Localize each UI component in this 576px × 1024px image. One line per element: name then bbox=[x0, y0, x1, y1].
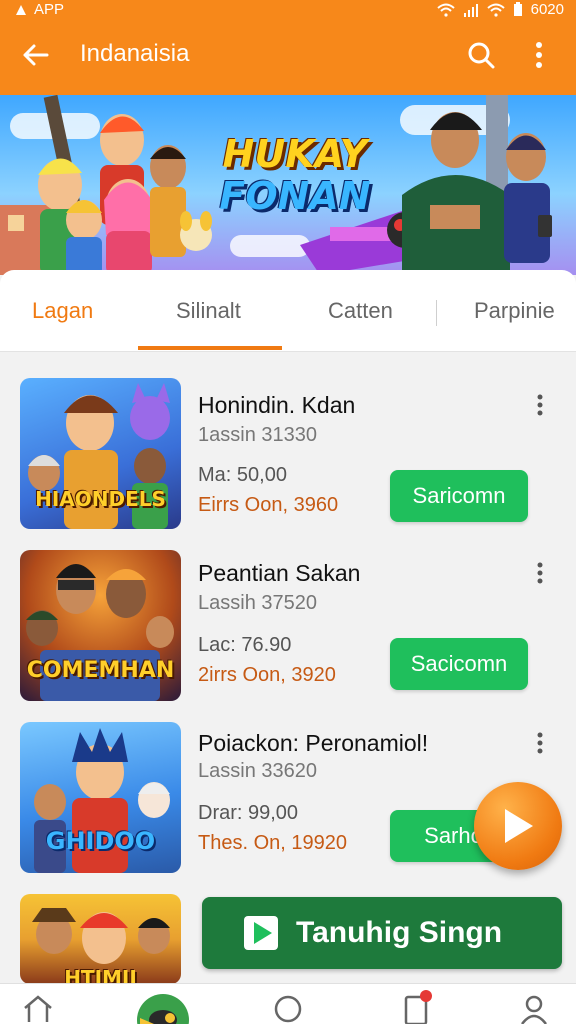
item-title: Ηonindin. Kdan bbox=[198, 392, 356, 418]
item-subtitle: Lassin 33620 bbox=[198, 760, 317, 782]
item-title: Poiackon: Peronamiol! bbox=[198, 730, 429, 756]
category-tabs: Lagan Silinalt Catten Parpinie bbox=[0, 270, 576, 352]
profile-icon bbox=[521, 995, 547, 1024]
item-thumbnail: HIAONDELS bbox=[20, 378, 181, 529]
nav-discover[interactable] bbox=[268, 994, 308, 1024]
item-more-button[interactable] bbox=[528, 390, 552, 420]
item-action-button[interactable]: Sacicomn bbox=[390, 638, 528, 690]
status-app-label: APP bbox=[34, 1, 65, 18]
wifi-icon bbox=[436, 3, 455, 17]
search-button[interactable] bbox=[464, 38, 498, 72]
home-icon bbox=[24, 995, 52, 1022]
thumbnail-title: HIAONDELS bbox=[35, 487, 166, 511]
item-thumbnail: COMEMHAN bbox=[20, 550, 181, 701]
tab-silinalt[interactable]: Silinalt bbox=[176, 298, 241, 324]
start-button[interactable]: Tanuhig Singn bbox=[202, 897, 562, 969]
promo-banner[interactable]: HUKAY FONAN bbox=[0, 95, 576, 275]
nav-profile[interactable] bbox=[514, 994, 554, 1024]
thumbnail-title: COMEMHAN bbox=[26, 658, 175, 683]
app-logo-icon bbox=[16, 4, 26, 15]
notification-badge bbox=[420, 990, 432, 1002]
more-vert-icon bbox=[537, 394, 543, 416]
thumbnail-title: GHIDOO bbox=[45, 827, 156, 855]
item-subtitle: Lassih 37520 bbox=[198, 592, 317, 614]
game-avatar-icon bbox=[137, 994, 189, 1024]
tab-divider bbox=[436, 300, 437, 326]
play-fab-button[interactable] bbox=[474, 782, 562, 870]
banner-title: HUKAY FONAN bbox=[200, 135, 390, 215]
item-subtitle: 1assin 31330 bbox=[198, 424, 317, 446]
more-vert-icon bbox=[536, 42, 542, 68]
item-more-button[interactable] bbox=[528, 728, 552, 758]
item-more-button[interactable] bbox=[528, 558, 552, 588]
search-icon bbox=[468, 42, 495, 69]
nav-game-center[interactable] bbox=[126, 990, 200, 1024]
tab-catten[interactable]: Catten bbox=[328, 298, 393, 324]
item-meta: Lac: 76.90 bbox=[198, 634, 292, 656]
list-item[interactable]: HIAONDELS Ηonindin. Kdan 1assin 31330 Ma… bbox=[0, 378, 576, 538]
signal-icon bbox=[463, 3, 478, 17]
tab-parpinie[interactable]: Parpinie bbox=[474, 298, 555, 324]
back-button[interactable] bbox=[18, 38, 52, 72]
play-icon bbox=[244, 916, 278, 950]
item-meta: Drar: 99,00 bbox=[198, 802, 299, 824]
nav-home[interactable] bbox=[18, 994, 58, 1024]
item-meta: Ma: 50,00 bbox=[198, 464, 287, 486]
item-thumbnail: HTIMII bbox=[20, 894, 181, 984]
list-item[interactable]: COMEMHAN Peantian Sakan Lassih 37520 Lac… bbox=[0, 550, 576, 710]
status-time: 6020 bbox=[530, 1, 564, 18]
back-arrow-icon bbox=[23, 44, 49, 66]
item-price: Thes. On, 19920 bbox=[198, 832, 347, 854]
more-vert-icon bbox=[537, 562, 543, 584]
app-bar: APP 6020 Indanaisia bbox=[0, 0, 576, 95]
tab-indicator bbox=[138, 346, 282, 350]
item-price: 2irrs Oon, 3920 bbox=[198, 664, 336, 686]
battery-icon bbox=[513, 2, 522, 16]
wifi-secondary-icon bbox=[486, 3, 505, 17]
page-title: Indanaisia bbox=[80, 40, 190, 67]
item-thumbnail: GHIDOO bbox=[20, 722, 181, 873]
item-price: Eirrs Oon, 3960 bbox=[198, 494, 339, 516]
start-button-label: Tanuhig Singn bbox=[296, 916, 503, 949]
bottom-navigation bbox=[0, 983, 576, 1024]
banner-title-line1: HUKAY bbox=[222, 132, 368, 176]
play-icon bbox=[505, 809, 533, 843]
status-bar: APP 6020 bbox=[0, 0, 576, 22]
thumbnail-title: HTIMII bbox=[64, 966, 137, 984]
item-title: Peantian Sakan bbox=[198, 560, 361, 586]
tab-lagan[interactable]: Lagan bbox=[32, 298, 93, 324]
more-vert-icon bbox=[537, 732, 543, 754]
banner-title-line2: FONAN bbox=[219, 174, 371, 218]
circle-icon bbox=[274, 995, 302, 1023]
item-action-button[interactable]: Saricomn bbox=[390, 470, 528, 522]
toolbar: Indanaisia bbox=[0, 30, 576, 80]
more-options-button[interactable] bbox=[522, 38, 556, 72]
